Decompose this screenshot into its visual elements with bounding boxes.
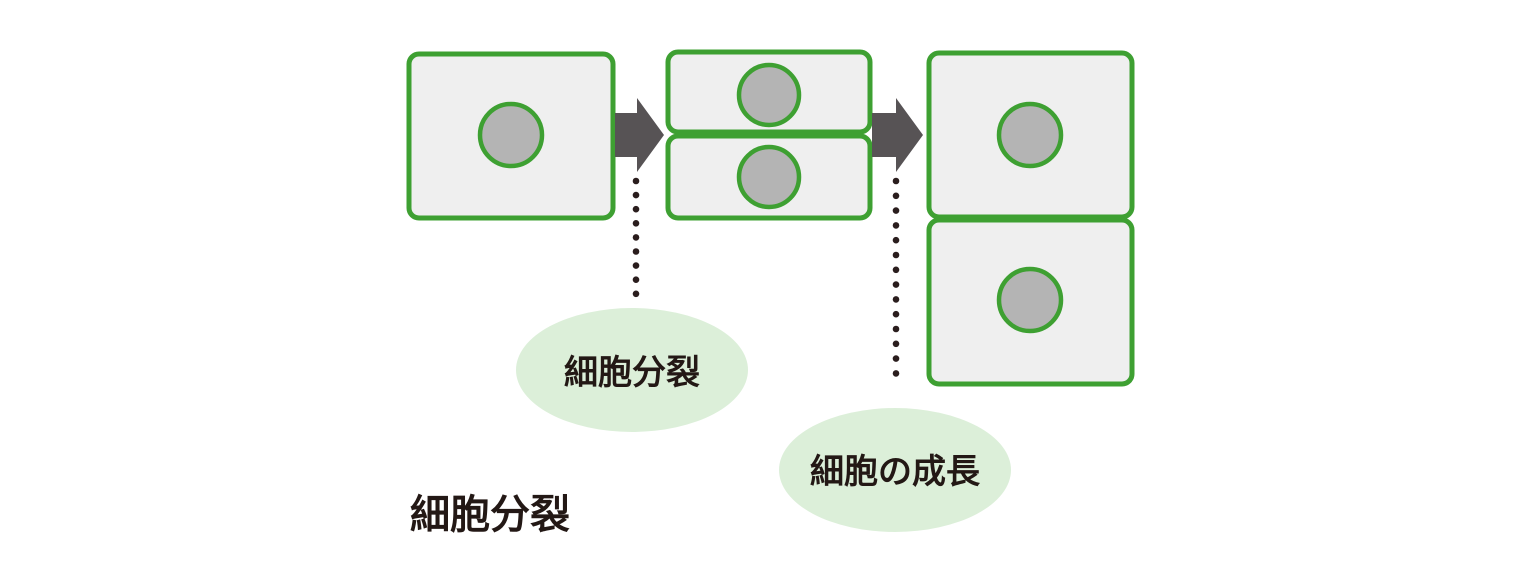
bubble-label-growth: 細胞の成長	[810, 452, 981, 492]
leader-dot	[892, 266, 900, 274]
leader-dot	[632, 290, 640, 298]
leader-dot	[892, 355, 900, 362]
dotted-leader-division	[632, 177, 640, 298]
leader-dot	[892, 310, 900, 318]
leader-dot	[892, 177, 900, 185]
bubble-cell-growth: 細胞の成長	[779, 408, 1011, 532]
bubble-cell-division: 細胞分裂	[516, 308, 748, 432]
leader-dot	[892, 296, 900, 303]
leader-dot	[892, 192, 900, 200]
leader-dot	[632, 262, 640, 269]
leader-dot	[892, 236, 900, 244]
leader-dot	[632, 276, 640, 284]
daughter-cell-top-nucleus	[736, 62, 802, 128]
leader-dot	[632, 177, 640, 185]
leader-dot	[632, 234, 640, 241]
bubble-label-division: 細胞分裂	[564, 353, 700, 393]
leader-dot	[892, 325, 900, 333]
leader-dot	[892, 251, 900, 259]
cell-nucleus	[477, 101, 545, 169]
leader-dot	[892, 207, 900, 214]
leader-dot	[892, 340, 900, 348]
leader-dot	[632, 248, 640, 255]
dotted-leader-growth	[892, 177, 900, 377]
cell-division-diagram: 細胞分裂 細胞の成長 細胞分裂	[406, 49, 1135, 538]
grown-cell-top-nucleus	[996, 101, 1064, 169]
leader-dot	[632, 205, 640, 213]
arrow-right-icon	[615, 98, 664, 172]
leader-dot	[632, 220, 640, 227]
grown-cell-bottom-nucleus	[996, 266, 1064, 334]
leader-dot	[892, 370, 900, 377]
leader-dot	[632, 191, 640, 199]
stage-2-divided-cells	[665, 49, 873, 221]
diagram-caption: 細胞分裂	[410, 492, 570, 538]
arrow-right-icon	[872, 98, 923, 172]
stage-3-grown-cells	[926, 50, 1135, 387]
leader-dot	[892, 222, 900, 229]
leader-dot	[892, 281, 900, 288]
stage-1-single-cell	[406, 51, 616, 221]
daughter-cell-bottom-nucleus	[736, 144, 802, 210]
